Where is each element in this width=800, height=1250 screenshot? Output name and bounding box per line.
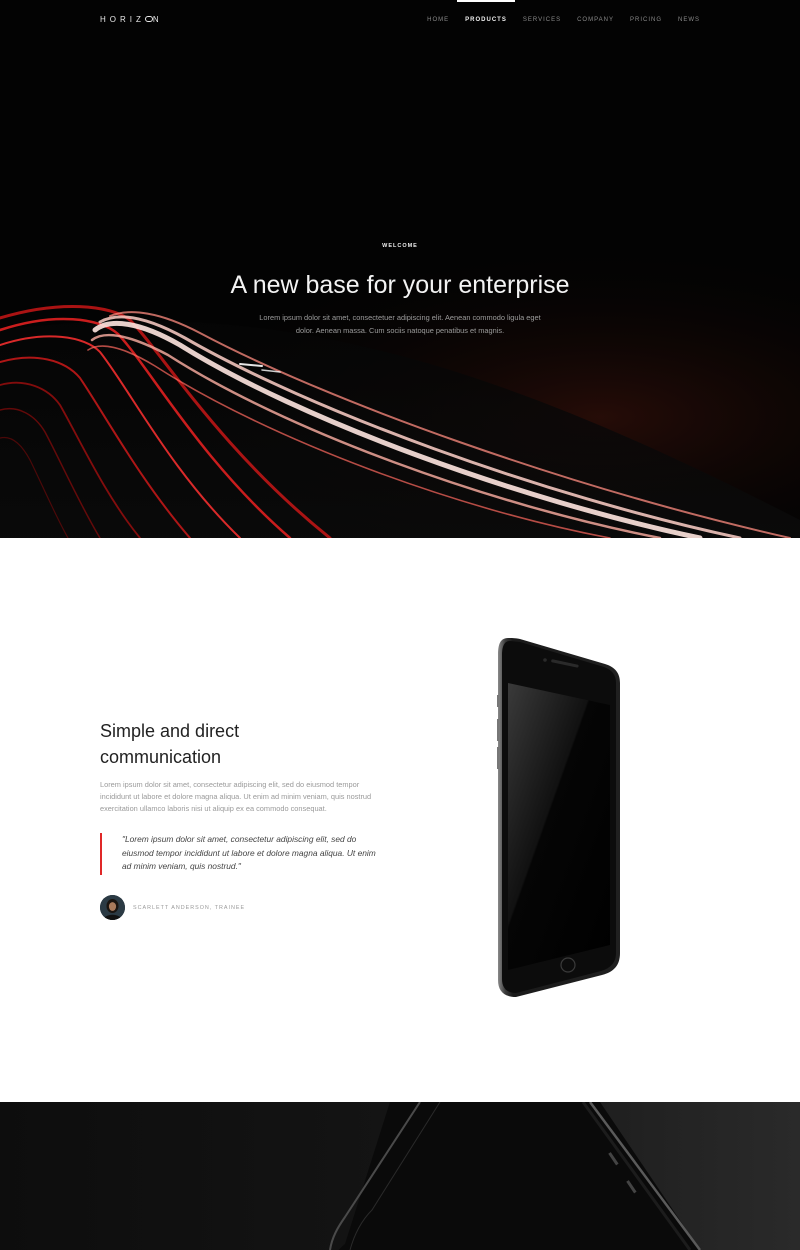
nav-item-services[interactable]: SERVICES xyxy=(523,0,561,40)
main-menu: HOME PRODUCTS SERVICES COMPANY PRICING N… xyxy=(411,0,700,40)
logo[interactable]: HORIZ N xyxy=(100,15,163,24)
hero-title: A new base for your enterprise xyxy=(230,271,570,299)
avatar xyxy=(100,895,125,920)
top-navigation: HORIZ N HOME PRODUCTS SERVICES COMPANY PR… xyxy=(0,0,800,40)
hero-eyebrow: WELCOME xyxy=(382,243,418,249)
avatar-image xyxy=(100,895,125,920)
feature-body: Lorem ipsum dolor sit amet, consectetur … xyxy=(100,780,372,813)
testimonial-quote: "Lorem ipsum dolor sit amet, consectetur… xyxy=(100,833,385,875)
nav-item-pricing[interactable]: PRICING xyxy=(630,0,662,40)
feature-section: Simple and direct communication Lorem ip… xyxy=(0,538,800,1102)
hero-subtitle: Lorem ipsum dolor sit amet, consectetuer… xyxy=(259,313,541,335)
bottom-section xyxy=(0,1102,800,1250)
phone-image xyxy=(490,635,630,1007)
hero-section: HORIZ N HOME PRODUCTS SERVICES COMPANY PR… xyxy=(0,0,800,538)
bottom-background-image xyxy=(0,1102,800,1250)
feature-title: Simple and direct communication xyxy=(100,721,240,767)
author-name: SCARLETT ANDERSON, TRAINEE xyxy=(133,904,246,911)
logo-mark-icon xyxy=(144,16,153,23)
smartphone-illustration xyxy=(497,638,620,997)
nav-item-news[interactable]: NEWS xyxy=(678,0,700,40)
testimonial-author: SCARLETT ANDERSON, TRAINEE xyxy=(100,895,245,920)
nav-item-company[interactable]: COMPANY xyxy=(577,0,614,40)
logo-text-tail: N xyxy=(152,15,163,24)
nav-item-products[interactable]: PRODUCTS xyxy=(457,0,515,40)
nav-item-home[interactable]: HOME xyxy=(427,0,449,40)
hero-background-image xyxy=(0,0,800,538)
logo-text: HORIZ xyxy=(100,15,145,24)
